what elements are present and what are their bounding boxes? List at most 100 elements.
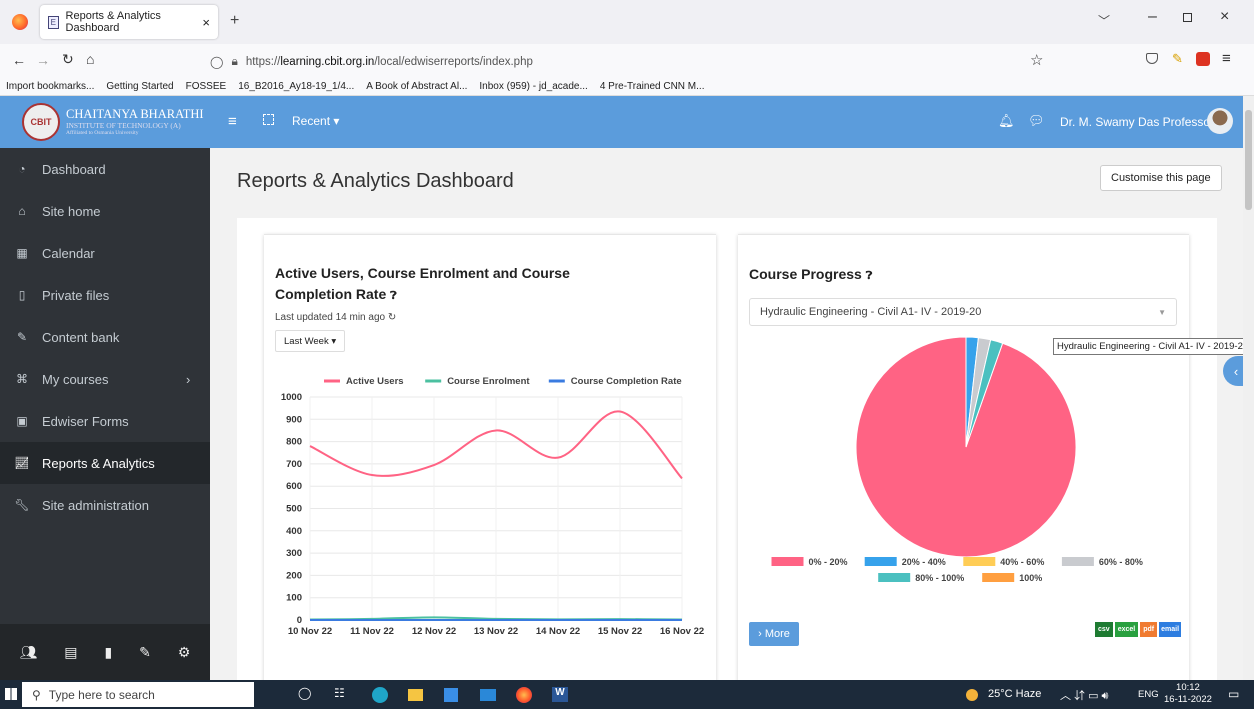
- browser-tab[interactable]: E Reports & Analytics Dashboard ×: [40, 5, 218, 39]
- course-select[interactable]: Hydraulic Engineering - Civil A1- IV - 2…: [749, 298, 1177, 326]
- collapse-panel-button[interactable]: ‹: [1223, 356, 1243, 386]
- new-tab-button[interactable]: +: [230, 12, 239, 30]
- y-tick-label: 300: [286, 548, 302, 559]
- main-content: Reports & Analytics Dashboard Customise …: [210, 148, 1243, 680]
- page-title: Reports & Analytics Dashboard: [237, 170, 514, 192]
- bookmark-cnn[interactable]: 4 Pre-Trained CNN M...: [600, 81, 705, 92]
- help-icon[interactable]: ❓︎: [390, 290, 397, 302]
- weather-text[interactable]: 25°C Haze: [988, 688, 1041, 700]
- site-header: CBIT CHAITANYA BHARATHI INSTITUTE OF TEC…: [0, 96, 1243, 148]
- url-bar[interactable]: ◯ 🔒︎ https://learning.cbit.org.in/local/…: [210, 49, 1055, 74]
- recent-menu[interactable]: Recent ▾: [292, 114, 339, 128]
- browser-tab-bar: E Reports & Analytics Dashboard × + ﹀ – …: [0, 0, 1254, 44]
- minimize-icon[interactable]: –: [1148, 8, 1157, 26]
- menu-icon[interactable]: ≡: [1222, 50, 1231, 67]
- messages-icon[interactable]: 💬︎: [1028, 113, 1045, 129]
- pocket-icon[interactable]: [1146, 53, 1158, 64]
- legend-swatch: [982, 573, 1015, 582]
- customise-page-button[interactable]: Customise this page: [1100, 165, 1222, 191]
- page-scrollbar[interactable]: [1243, 96, 1254, 680]
- sidebar-item-reports-analytics[interactable]: 📈︎ Reports & Analytics: [0, 442, 210, 484]
- x-tick-label: 10 Nov 22: [288, 626, 332, 637]
- scrollbar-thumb[interactable]: [1245, 110, 1252, 210]
- back-icon[interactable]: ←: [12, 52, 26, 68]
- reload-icon[interactable]: ↻: [62, 51, 74, 68]
- line-chart: 0 100 200 300 400 500 600 700 800 900 1000 10 Nov 2…: [281, 376, 704, 637]
- home-icon[interactable]: ⌂: [86, 51, 94, 67]
- csv-export-icon[interactable]: csv: [1095, 622, 1113, 637]
- bookmarks-bar: Import bookmarks... Getting Started FOSS…: [0, 78, 1254, 96]
- sidebar-item-edwiser-forms[interactable]: ▣ Edwiser Forms: [0, 400, 210, 442]
- archive-icon[interactable]: ▤: [64, 644, 77, 661]
- legend-swatch: [864, 557, 897, 566]
- url-text[interactable]: https://learning.cbit.org.in/local/edwis…: [246, 56, 533, 68]
- y-tick-label: 100: [286, 593, 302, 604]
- notification-bell-icon[interactable]: 🔔︎: [998, 113, 1015, 129]
- mail-icon[interactable]: [480, 689, 496, 701]
- bookmark-getting-started[interactable]: Getting Started: [106, 81, 173, 92]
- moodle-favicon-icon: E: [48, 15, 59, 29]
- settings-icon[interactable]: ⚙: [178, 644, 191, 661]
- language-indicator[interactable]: ENG: [1138, 689, 1159, 700]
- more-button[interactable]: › More: [749, 622, 799, 646]
- bookmark-fossee[interactable]: FOSSEE: [186, 81, 227, 92]
- firefox-icon[interactable]: [12, 14, 28, 30]
- word-icon[interactable]: W: [552, 687, 568, 702]
- email-export-icon[interactable]: email: [1159, 622, 1182, 637]
- fullscreen-icon[interactable]: [263, 114, 274, 125]
- users-icon[interactable]: 👥︎: [19, 644, 37, 661]
- bookmark-star-icon[interactable]: ☆: [1030, 51, 1043, 69]
- widgets-icon[interactable]: ☷: [334, 686, 345, 700]
- active-users-card: Active Users, Course Enrolment and Cours…: [264, 234, 716, 680]
- sidebar-item-calendar[interactable]: ▦ Calendar: [0, 232, 210, 274]
- close-window-icon[interactable]: ×: [1220, 8, 1229, 26]
- bookmark-inbox[interactable]: Inbox (959) - jd_acade...: [479, 81, 587, 92]
- firefox-taskbar-icon[interactable]: [516, 687, 532, 703]
- legend-swatch: [1061, 557, 1094, 566]
- taskview-icon[interactable]: ◯: [298, 686, 311, 700]
- lastpass-icon[interactable]: [1196, 52, 1210, 66]
- sidebar-item-site-administration[interactable]: 🔧︎ Site administration: [0, 484, 210, 526]
- refresh-icon[interactable]: ↻: [388, 312, 396, 323]
- clock-date: 16-11-2022: [1164, 694, 1212, 705]
- tab-title: Reports & Analytics Dashboard: [65, 10, 161, 34]
- sidebar-item-site-home[interactable]: ⌂ Site home: [0, 190, 210, 232]
- document-icon[interactable]: ▮: [104, 644, 112, 661]
- site-logo[interactable]: CBIT CHAITANYA BHARATHI INSTITUTE OF TEC…: [0, 96, 210, 148]
- legend-label: 20% - 40%: [902, 557, 946, 567]
- period-dropdown[interactable]: Last Week ▾: [275, 330, 346, 352]
- taskbar-search[interactable]: ⚲ Type here to search: [22, 682, 254, 707]
- x-tick-label: 12 Nov 22: [412, 626, 456, 637]
- sidebar-item-private-files[interactable]: ▯ Private files: [0, 274, 210, 316]
- file-explorer-icon[interactable]: [408, 689, 423, 701]
- edge-icon[interactable]: [372, 687, 388, 703]
- user-name[interactable]: Dr. M. Swamy Das Professor: [1060, 115, 1214, 129]
- sidebar-item-my-courses[interactable]: ⌘ My courses ›: [0, 358, 210, 400]
- bookmark-drive[interactable]: 16_B2016_Ay18-19_1/4...: [238, 81, 354, 92]
- extension-icon[interactable]: ✎: [1172, 51, 1183, 67]
- sidebar: ◔ Dashboard ⌂ Site home ▦ Calendar ▯ Private…: [0, 148, 210, 680]
- bookmark-import[interactable]: Import bookmarks...: [6, 81, 94, 92]
- shield-icon[interactable]: ◯: [210, 55, 223, 69]
- brush-icon[interactable]: ✎: [139, 644, 151, 661]
- lock-icon[interactable]: 🔒︎: [231, 54, 237, 69]
- pdf-export-icon[interactable]: pdf: [1140, 622, 1158, 637]
- legend-label: 60% - 80%: [1099, 557, 1143, 567]
- forward-icon[interactable]: →: [36, 52, 50, 68]
- restore-icon[interactable]: [1183, 13, 1192, 22]
- store-icon[interactable]: [444, 688, 458, 702]
- notifications-icon[interactable]: ▭: [1228, 687, 1239, 701]
- export-buttons: csv excel pdf email: [1095, 622, 1182, 637]
- sidebar-item-dashboard[interactable]: ◔ Dashboard: [0, 148, 210, 190]
- clock[interactable]: 10:12 16-11-2022: [1164, 682, 1212, 706]
- avatar[interactable]: [1207, 108, 1233, 134]
- system-tray-icons[interactable]: ︿ ⇵ ▭ 🔊︎: [1060, 687, 1109, 703]
- hamburger-menu-icon[interactable]: ≡: [228, 113, 237, 130]
- help-icon[interactable]: ❓︎: [866, 270, 873, 282]
- tab-close-icon[interactable]: ×: [202, 15, 210, 30]
- list-tabs-icon[interactable]: ﹀: [1098, 12, 1110, 29]
- excel-export-icon[interactable]: excel: [1114, 622, 1139, 637]
- windows-start-icon[interactable]: [5, 688, 17, 700]
- sidebar-item-content-bank[interactable]: ✎ Content bank: [0, 316, 210, 358]
- bookmark-book[interactable]: A Book of Abstract Al...: [366, 81, 467, 92]
